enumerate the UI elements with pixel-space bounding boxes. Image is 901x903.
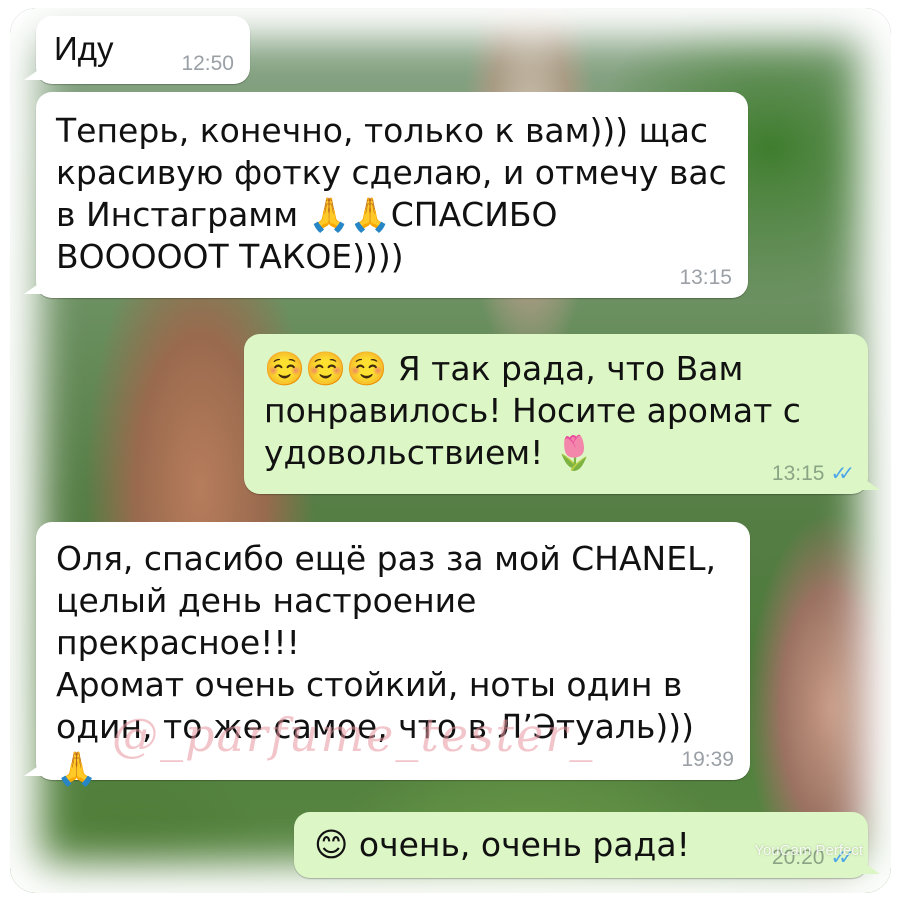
message-bubble-incoming[interactable]: Иду 12:50 [24, 16, 250, 84]
double-check-icon: ✓✓ [830, 463, 854, 485]
message-time: 13:15 [771, 462, 825, 485]
message-time-row: 20:20 ✓✓ [771, 846, 855, 870]
message-text: Теперь, конечно, только к вам))) щас кра… [56, 111, 727, 276]
message-bubble-incoming[interactable]: Оля, спасибо ещё раз за мой CHANEL, целы… [24, 522, 750, 788]
message-time: 13:15 [679, 266, 732, 289]
bubble-tail [24, 762, 44, 776]
message-time: 12:50 [181, 52, 234, 75]
message-text: ☺️☺️☺️ Я так рада, что Вам понравилось! … [264, 349, 801, 472]
message-time-row: 13:15 ✓✓ [771, 462, 855, 486]
message-bubble-outgoing[interactable]: 😊 очень, очень рада! 20:20 ✓✓ [294, 812, 880, 878]
message-time: 19:39 [681, 748, 734, 771]
bubble-tail [24, 66, 44, 80]
message-time: 20:20 [771, 846, 825, 869]
message-bubble-outgoing[interactable]: ☺️☺️☺️ Я так рада, что Вам понравилось! … [244, 334, 880, 494]
message-bubble-incoming[interactable]: Теперь, конечно, только к вам))) щас кра… [24, 92, 748, 298]
bubble-tail [860, 860, 880, 874]
message-text: Оля, спасибо ещё раз за мой CHANEL, целы… [56, 539, 716, 788]
message-text: 😊 очень, очень рада! [314, 825, 690, 864]
bubble-tail [860, 476, 880, 490]
bubble-tail [24, 280, 44, 294]
double-check-icon: ✓✓ [830, 847, 854, 869]
